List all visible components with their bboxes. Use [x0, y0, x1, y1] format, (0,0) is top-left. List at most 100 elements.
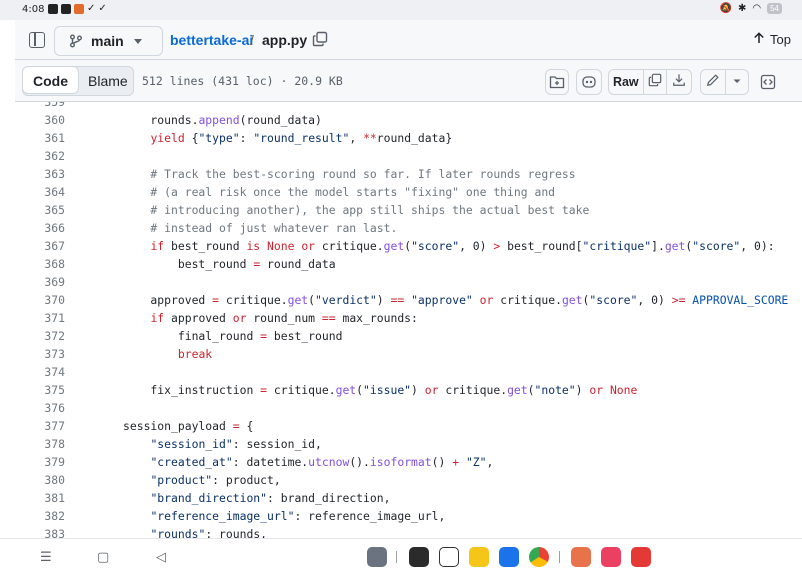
- raw-button[interactable]: Raw: [609, 70, 644, 94]
- line-number[interactable]: 382: [15, 507, 65, 525]
- line-number[interactable]: 379: [15, 453, 65, 471]
- line-number[interactable]: 366: [15, 219, 65, 237]
- code-line: 375 fix_instruction = critique.get("issu…: [15, 381, 802, 399]
- line-number[interactable]: 360: [15, 111, 65, 129]
- back-to-top-button[interactable]: Top: [753, 32, 791, 47]
- line-content: best_round = round_data: [123, 257, 336, 271]
- arrow-up-icon: [753, 32, 765, 47]
- sidebar-toggle-icon[interactable]: [29, 32, 45, 48]
- notification-icons: ✓ ✓: [48, 4, 107, 14]
- line-number[interactable]: 369: [15, 273, 65, 291]
- code-line: 370 approved = critique.get("verdict") =…: [15, 291, 802, 309]
- edit-actions-group: [700, 69, 749, 95]
- camera-app-icon[interactable]: [409, 547, 429, 567]
- line-number[interactable]: 362: [15, 147, 65, 165]
- status-time: 4:08: [22, 4, 45, 15]
- copy-raw-button[interactable]: [644, 70, 668, 94]
- app-drawer-icon[interactable]: [367, 547, 387, 567]
- copilot-button[interactable]: [576, 69, 602, 95]
- line-content: # Track the best-scoring round so far. I…: [123, 167, 576, 181]
- line-number[interactable]: 370: [15, 291, 65, 309]
- line-number[interactable]: 375: [15, 381, 65, 399]
- office-app-icon[interactable]: [631, 547, 651, 567]
- line-content: "product": product,: [150, 473, 281, 487]
- code-line: 382 "reference_image_url": reference_ima…: [15, 507, 802, 525]
- line-number[interactable]: 381: [15, 489, 65, 507]
- raw-label: Raw: [612, 75, 639, 89]
- line-number[interactable]: 368: [15, 255, 65, 273]
- download-icon: [672, 73, 686, 92]
- weather-app-icon[interactable]: [499, 547, 519, 567]
- code-line: 372 final_round = best_round: [15, 327, 802, 345]
- add-file-button[interactable]: [545, 69, 569, 95]
- line-number[interactable]: 361: [15, 129, 65, 147]
- code-square-icon: [760, 74, 776, 90]
- code-line: 367 if best_round is None or critique.ge…: [15, 237, 802, 255]
- tab-code[interactable]: Code: [22, 66, 79, 94]
- line-number[interactable]: 377: [15, 417, 65, 435]
- chrome-app-icon[interactable]: [529, 547, 549, 567]
- home-icon[interactable]: ▢: [97, 549, 109, 565]
- line-number[interactable]: 372: [15, 327, 65, 345]
- line-content: "reference_image_url": reference_image_u…: [150, 509, 446, 523]
- file-info: 512 lines (431 loc) · 20.9 KB: [142, 74, 343, 88]
- file-name: app.py: [262, 32, 308, 48]
- code-line: 379 "created_at": datetime.utcnow().isof…: [15, 453, 802, 471]
- mute-icon: 🔕: [719, 3, 732, 14]
- copy-icon[interactable]: [312, 31, 328, 47]
- branch-selector-button[interactable]: main: [54, 26, 163, 56]
- back-icon[interactable]: ◁: [156, 549, 166, 565]
- download-button[interactable]: [667, 70, 691, 94]
- edit-button[interactable]: [701, 70, 727, 94]
- chatgpt-app-icon[interactable]: [439, 547, 459, 567]
- line-content: session_payload = {: [123, 419, 254, 433]
- check-icon: ✓: [87, 3, 96, 14]
- notes-app-icon[interactable]: [469, 547, 489, 567]
- line-number[interactable]: 373: [15, 345, 65, 363]
- line-number[interactable]: 364: [15, 183, 65, 201]
- copilot-icon: [581, 74, 597, 90]
- claude-app-icon[interactable]: [571, 547, 591, 567]
- code-line: 374: [15, 363, 802, 381]
- code-line: 368 best_round = round_data: [15, 255, 802, 273]
- repo-link[interactable]: bettertake-ai: [170, 32, 253, 48]
- line-number[interactable]: 374: [15, 363, 65, 381]
- check-icon: ✓: [98, 3, 107, 14]
- code-view[interactable]: 359 360 rounds.append(round_data) 361 yiel…: [15, 102, 802, 538]
- line-content: fix_instruction = critique.get("issue") …: [123, 383, 638, 397]
- line-number[interactable]: 359: [15, 102, 65, 111]
- code-line: 366 # instead of just whatever ran last.: [15, 219, 802, 237]
- line-content: # (a real risk once the model starts "fi…: [123, 185, 556, 199]
- line-number[interactable]: 376: [15, 399, 65, 417]
- code-line: 380 "product": product,: [15, 471, 802, 489]
- system-icons: 🔕 ✱ ◠ 54: [720, 3, 782, 14]
- line-content: "rounds": rounds,: [150, 527, 268, 538]
- code-line: 383 "rounds": rounds,: [15, 525, 802, 538]
- triangle-down-icon: [732, 73, 742, 91]
- recent-apps-icon[interactable]: ☰: [40, 549, 52, 565]
- branch-name: main: [91, 33, 124, 49]
- line-content: "session_id": session_id,: [150, 437, 322, 451]
- code-line: 369: [15, 273, 802, 291]
- line-number[interactable]: 371: [15, 309, 65, 327]
- line-number[interactable]: 367: [15, 237, 65, 255]
- screen-recorder-app-icon[interactable]: [601, 547, 621, 567]
- code-line: 364 # (a real risk once the model starts…: [15, 183, 802, 201]
- line-content: yield {"type": "round_result", **round_d…: [150, 131, 453, 145]
- tab-blame[interactable]: Blame: [78, 67, 138, 95]
- line-number[interactable]: 383: [15, 525, 65, 538]
- battery-icon: 54: [767, 3, 782, 14]
- line-number[interactable]: 380: [15, 471, 65, 489]
- symbols-panel-button[interactable]: [757, 69, 779, 95]
- line-content: "brand_direction": brand_direction,: [150, 491, 391, 505]
- line-number[interactable]: 363: [15, 165, 65, 183]
- code-line: 373 break: [15, 345, 802, 363]
- line-content: if best_round is None or critique.get("s…: [150, 239, 775, 253]
- line-number[interactable]: 378: [15, 435, 65, 453]
- view-tabs: Code Blame: [22, 66, 134, 96]
- more-edit-options-button[interactable]: [726, 70, 748, 94]
- chevron-down-icon: [133, 38, 142, 44]
- dock-divider: [559, 551, 560, 563]
- line-number[interactable]: 365: [15, 201, 65, 219]
- file-toolbar: Code Blame 512 lines (431 loc) · 20.9 KB…: [15, 60, 802, 102]
